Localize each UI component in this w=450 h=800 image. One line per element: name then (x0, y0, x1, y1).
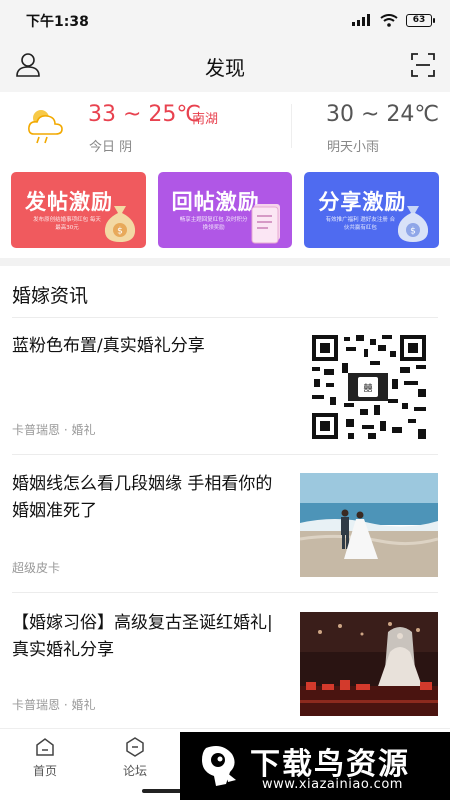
city-name[interactable]: 南湖 (192, 108, 218, 127)
status-bar: 下午1:38 63 (0, 0, 450, 40)
article-meta: 超级皮卡 (12, 561, 61, 575)
watermark-url: www.xiazainiao.com (262, 777, 403, 792)
section-title: 婚嫁资讯 (12, 285, 89, 307)
wifi-icon (380, 13, 398, 27)
article-title: 【婚嫁习俗】高级复古圣诞红婚礼|真实婚礼分享 (12, 613, 273, 660)
tab-forum[interactable]: 论坛 (100, 729, 170, 789)
promo-card-subtitle: 发布原创结婚事项红包 每天最高30元 (33, 217, 101, 231)
wedding-hall-thumbnail (300, 612, 438, 716)
tab-label: 论坛 (122, 764, 147, 778)
today-temperature: 33 ~ 25℃ (88, 102, 202, 127)
bird-logo-icon (202, 746, 236, 786)
svg-text:$: $ (410, 227, 416, 237)
signal-icon (352, 14, 370, 26)
weather-panel[interactable]: 33 ~ 25℃ 南湖 今日 阴 30 ~ 24℃ 明天小雨 (0, 92, 450, 162)
article-title: 蓝粉色布置/真实婚礼分享 (12, 336, 205, 356)
promo-card-subtitle: 有效推广福利 邀好友注册 合伙共赢有红包 (325, 217, 396, 231)
svg-text:$: $ (117, 227, 123, 237)
svg-text:囍: 囍 (363, 382, 372, 394)
battery-indicator: 63 (406, 13, 435, 27)
qr-code-thumbnail: 囍 (308, 333, 430, 441)
page-title: 发现 (205, 56, 245, 80)
section-gap (0, 258, 450, 266)
article-item[interactable]: 【婚嫁习俗】高级复古圣诞红婚礼|真实婚礼分享 卡普瑞恩 · 婚礼 (12, 610, 438, 720)
article-item[interactable]: 蓝粉色布置/真实婚礼分享 卡普瑞恩 · 婚礼 囍 (12, 333, 438, 455)
article-title: 婚姻线怎么看几段姻缘 手相看你的婚姻准死了 (12, 474, 273, 521)
tomorrow-temperature: 30 ~ 24℃ (326, 102, 440, 127)
divider (12, 454, 438, 455)
divider (12, 317, 438, 318)
tab-label: 首页 (32, 764, 57, 778)
scan-icon[interactable] (408, 50, 438, 80)
status-icons: 63 (352, 12, 435, 28)
watermark-banner: 下载鸟资源 www.xiazainiao.com (180, 732, 450, 800)
promo-card-subtitle: 畅享主题回复红包 及时积分换领奖励 (179, 217, 248, 231)
today-condition: 今日 阴 (89, 140, 133, 155)
divider (12, 592, 438, 593)
promo-card-post[interactable]: 发帖激励 发布原创结婚事项红包 每天最高30元 $ (11, 172, 146, 248)
home-icon (36, 738, 54, 756)
money-bag-icon: $ (397, 206, 429, 242)
promo-cards: 发帖激励 发布原创结婚事项红包 每天最高30元 $ 回帖激励 畅享主题回复红包 … (11, 172, 440, 248)
article-meta: 卡普瑞恩 · 婚礼 (12, 698, 96, 712)
weather-divider (291, 104, 292, 148)
money-bag-icon: $ (104, 206, 135, 242)
promo-card-reply[interactable]: 回帖激励 畅享主题回复红包 及时积分换领奖励 (157, 172, 293, 248)
beach-wedding-thumbnail (300, 473, 438, 577)
article-item[interactable]: 婚姻线怎么看几段姻缘 手相看你的婚姻准死了 超级皮卡 (12, 471, 438, 593)
article-meta: 卡普瑞恩 · 婚礼 (12, 423, 96, 437)
tab-home[interactable]: 首页 (10, 729, 80, 789)
top-bar: 发现 (0, 40, 450, 92)
document-icon (251, 204, 281, 244)
promo-card-share[interactable]: 分享激励 有效推广福利 邀好友注册 合伙共赢有红包 $ (304, 172, 440, 248)
tomorrow-condition: 明天小雨 (327, 140, 380, 155)
forum-icon (126, 737, 144, 757)
cloudy-weather-icon (28, 110, 63, 144)
status-time: 下午1:38 (26, 14, 89, 30)
